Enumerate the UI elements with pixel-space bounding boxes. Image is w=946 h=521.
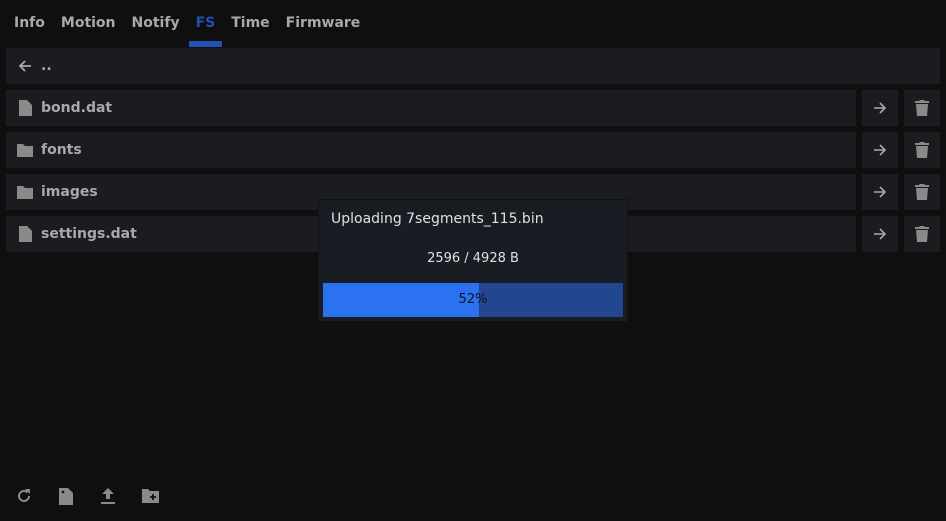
refresh-icon [18, 489, 30, 502]
upload-size: 2596 / 4928 B [427, 251, 519, 266]
trash-icon [915, 100, 929, 116]
trash-icon [915, 184, 929, 200]
tab-firmware[interactable]: Firmware [278, 0, 369, 46]
arrow-right-icon [874, 228, 887, 240]
trash-icon [915, 142, 929, 158]
back-arrow-icon [17, 58, 33, 74]
open-button[interactable] [862, 132, 898, 168]
open-button[interactable] [862, 90, 898, 126]
new-folder-button[interactable] [140, 486, 160, 506]
upload-icon [101, 488, 115, 504]
folder-icon [17, 184, 33, 200]
file-name: fonts [41, 142, 82, 158]
upload-title: Uploading 7segments_115.bin [331, 211, 544, 227]
tab-info[interactable]: Info [0, 0, 53, 46]
upload-progress-bar: 52% [323, 283, 623, 317]
new-file-icon [59, 487, 73, 505]
file-name: settings.dat [41, 226, 137, 242]
tab-bar: Info Motion Notify FS Time Firmware [0, 0, 369, 47]
delete-button[interactable] [904, 132, 940, 168]
trash-icon [915, 226, 929, 242]
delete-button[interactable] [904, 90, 940, 126]
tab-notify[interactable]: Notify [124, 0, 188, 46]
file-name: images [41, 184, 98, 200]
open-button[interactable] [862, 216, 898, 252]
parent-directory-label: .. [41, 58, 52, 74]
tab-motion[interactable]: Motion [53, 0, 124, 46]
bottom-toolbar [14, 486, 160, 506]
delete-button[interactable] [904, 216, 940, 252]
arrow-right-icon [874, 186, 887, 198]
parent-directory-row[interactable]: .. [6, 48, 940, 84]
file-icon [17, 100, 33, 116]
arrow-right-icon [874, 144, 887, 156]
folder-icon [17, 142, 33, 158]
new-file-button[interactable] [56, 486, 76, 506]
new-folder-icon [141, 489, 159, 503]
file-name: bond.dat [41, 100, 113, 116]
delete-button[interactable] [904, 174, 940, 210]
progress-percent: 52% [458, 292, 488, 307]
arrow-right-icon [874, 102, 887, 114]
file-icon [17, 226, 33, 242]
tab-fs[interactable]: FS [188, 0, 224, 47]
upload-button[interactable] [98, 486, 118, 506]
tab-time[interactable]: Time [223, 0, 277, 46]
refresh-button[interactable] [14, 486, 34, 506]
file-row[interactable]: bond.dat [6, 90, 856, 126]
file-row[interactable]: fonts [6, 132, 856, 168]
upload-progress-dialog: Uploading 7segments_115.bin 2596 / 4928 … [319, 200, 627, 321]
open-button[interactable] [862, 174, 898, 210]
